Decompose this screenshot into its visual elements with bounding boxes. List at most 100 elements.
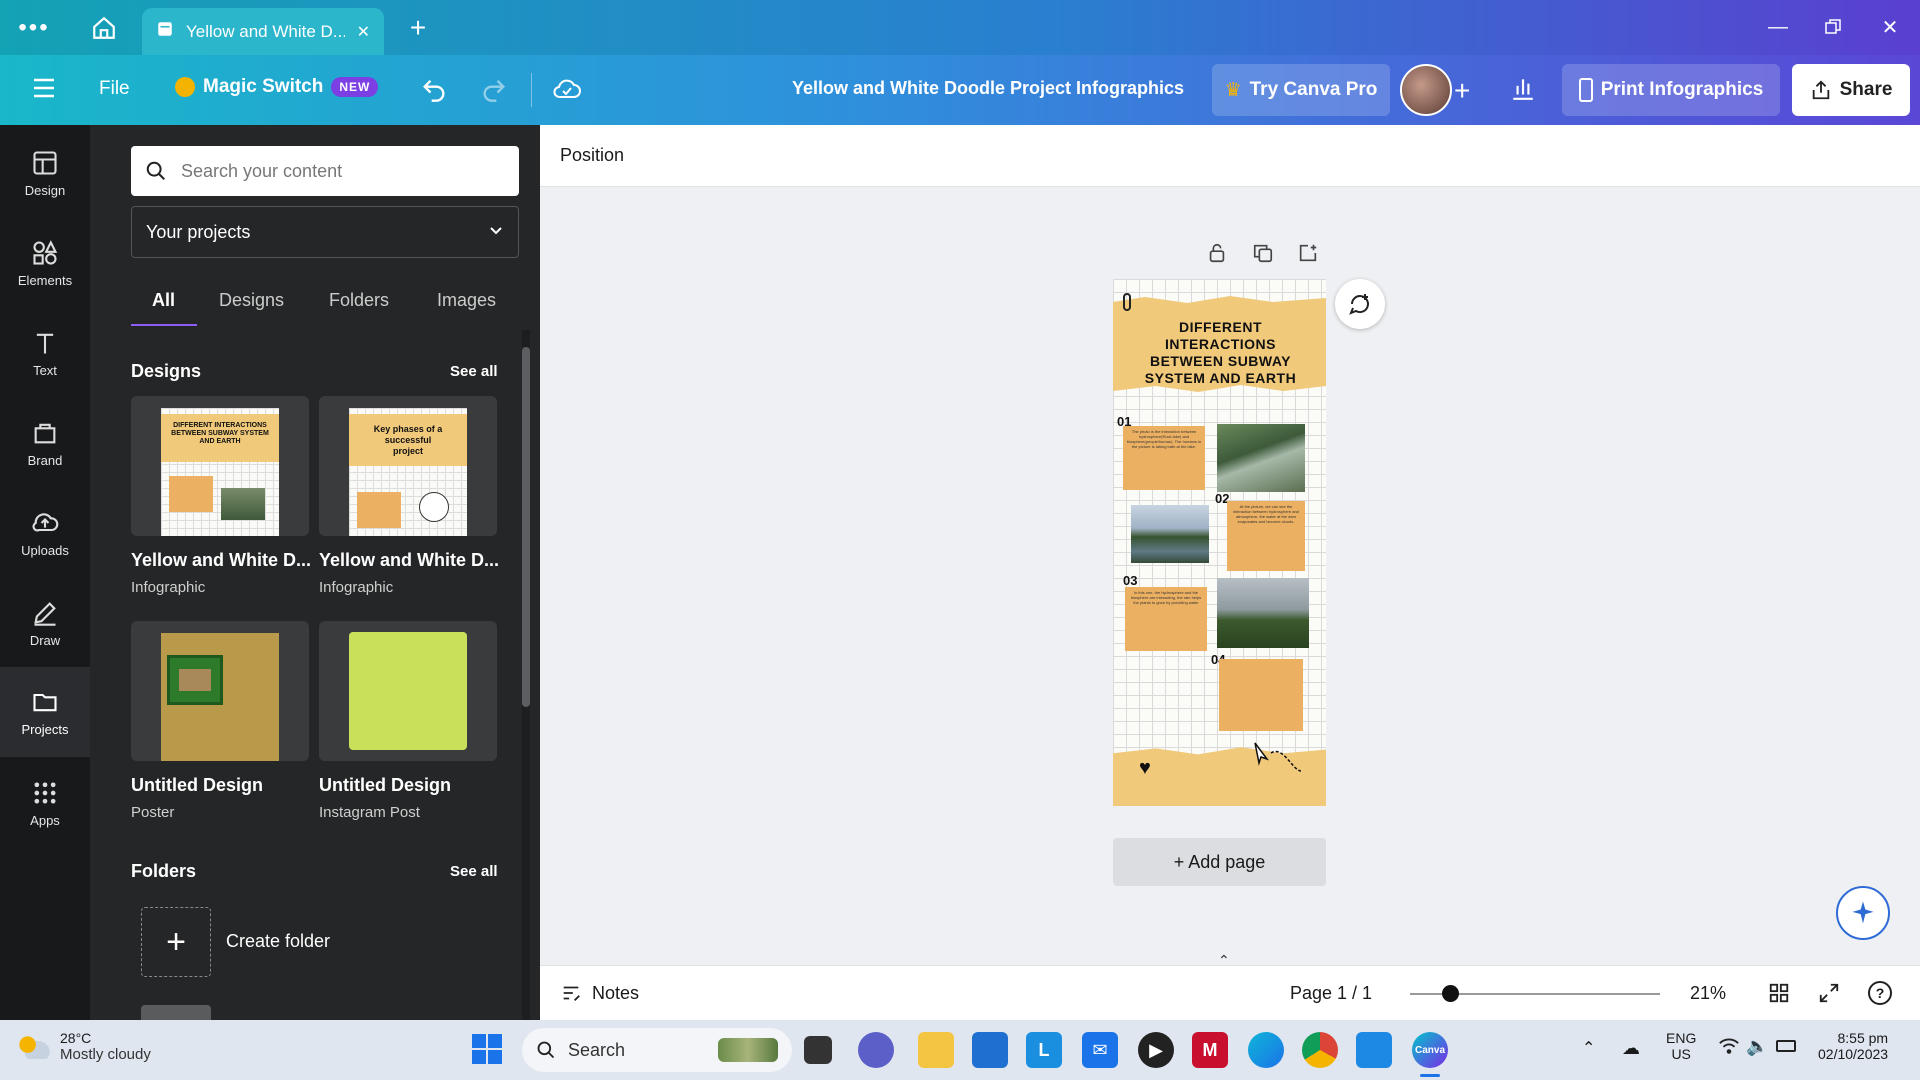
- chrome-icon[interactable]: [1302, 1032, 1338, 1068]
- restore-icon[interactable]: [1815, 12, 1851, 42]
- show-hidden-icons-chevron[interactable]: ⌃: [1582, 1038, 1595, 1058]
- browser-tab-active[interactable]: Yellow and White D... ✕: [142, 8, 384, 55]
- rail-label: Brand: [27, 452, 63, 468]
- step-3-text: In this one, the hydrosphere and the bio…: [1130, 590, 1202, 605]
- weather-text: Mostly cloudy: [60, 1046, 151, 1063]
- context-toolbar: Position: [540, 125, 1920, 187]
- page-indicator[interactable]: Page 1 / 1: [1290, 983, 1372, 1004]
- brand-icon: [34, 423, 56, 443]
- mcafee-icon[interactable]: M: [1192, 1032, 1228, 1068]
- notes-label: Notes: [592, 982, 640, 1003]
- duplicate-page-icon[interactable]: [1252, 242, 1274, 269]
- designs-see-all-link[interactable]: See all: [450, 363, 498, 380]
- weather-widget[interactable]: 28°C Mostly cloudy: [18, 1030, 151, 1063]
- lang-top: ENG: [1666, 1030, 1697, 1046]
- insights-chart-icon[interactable]: [1510, 75, 1536, 101]
- zoom-level[interactable]: 21%: [1690, 983, 1726, 1004]
- edge-browser-icon[interactable]: [1248, 1032, 1284, 1068]
- avatar[interactable]: [1400, 64, 1452, 116]
- heart-icon: ♥: [1139, 757, 1151, 779]
- grid-view-icon[interactable]: [1768, 982, 1790, 1009]
- media-player-icon[interactable]: ▶: [1138, 1032, 1174, 1068]
- file-menu[interactable]: File: [99, 78, 130, 100]
- more-dots-icon[interactable]: •••: [14, 12, 54, 44]
- design-thumbnail[interactable]: Key phases of a successful project: [319, 396, 497, 536]
- magic-switch-button[interactable]: Magic Switch NEW: [175, 76, 379, 98]
- battery-icon[interactable]: [1776, 1040, 1796, 1052]
- search-icon: [537, 1041, 555, 1059]
- projects-dropdown[interactable]: Your projects: [131, 206, 519, 258]
- notes-button[interactable]: Notes: [560, 982, 639, 1004]
- onedrive-icon[interactable]: ☁: [1622, 1038, 1640, 1059]
- close-window-icon[interactable]: ✕: [1872, 12, 1908, 42]
- taskbar-search[interactable]: Search: [522, 1028, 792, 1072]
- undo-icon[interactable]: [420, 75, 448, 103]
- share-button[interactable]: Share: [1792, 64, 1910, 116]
- design-title[interactable]: Yellow and White Doodle Project Infograp…: [792, 78, 1184, 99]
- photo-dam: [1131, 505, 1209, 563]
- create-folder-label[interactable]: Create folder: [226, 931, 330, 952]
- new-tab-button[interactable]: +: [400, 10, 436, 46]
- canva-taskbar-icon[interactable]: Canva: [1412, 1032, 1448, 1068]
- rail-item-brand[interactable]: Brand: [0, 403, 90, 483]
- design-name[interactable]: Yellow and White D...: [319, 550, 499, 571]
- try-canva-pro-button[interactable]: ♛ Try Canva Pro: [1212, 64, 1390, 116]
- add-collaborator-icon[interactable]: +: [1454, 75, 1470, 107]
- step-1-text: The photo is the interaction between hyd…: [1126, 429, 1202, 449]
- design-name[interactable]: Untitled Design: [319, 775, 499, 796]
- redo-icon[interactable]: [480, 75, 508, 103]
- volume-icon[interactable]: 🔈: [1746, 1036, 1768, 1057]
- fullscreen-icon[interactable]: [1818, 982, 1840, 1009]
- design-page[interactable]: DIFFERENT INTERACTIONS BETWEEN SUBWAY SY…: [1113, 279, 1326, 806]
- rail-item-design[interactable]: Design: [0, 133, 90, 213]
- design-name[interactable]: Untitled Design: [131, 775, 311, 796]
- teams-chat-icon[interactable]: [858, 1032, 894, 1068]
- position-button[interactable]: Position: [560, 145, 624, 166]
- add-page-icon[interactable]: [1297, 242, 1319, 269]
- folders-see-all-link[interactable]: See all: [450, 863, 498, 880]
- crown-icon: ♛: [1224, 79, 1242, 101]
- minimize-icon[interactable]: —: [1760, 12, 1796, 42]
- windows-start-icon[interactable]: [472, 1034, 502, 1064]
- cloud-save-icon[interactable]: [552, 75, 582, 103]
- add-page-button[interactable]: + Add page: [1113, 838, 1326, 886]
- apps-icon: [34, 782, 56, 803]
- microsoft-store-icon[interactable]: [972, 1032, 1008, 1068]
- language-indicator[interactable]: ENG US: [1666, 1030, 1696, 1062]
- zoom-slider-knob[interactable]: [1441, 985, 1459, 1002]
- clock[interactable]: 8:55 pm 02/10/2023: [1818, 1030, 1888, 1062]
- file-explorer-icon[interactable]: [918, 1032, 954, 1068]
- tab-all[interactable]: All: [152, 290, 175, 311]
- hamburger-menu-icon[interactable]: [32, 77, 56, 99]
- rail-item-text[interactable]: Text: [0, 313, 90, 393]
- home-icon[interactable]: [84, 10, 124, 46]
- help-icon[interactable]: ?: [1868, 981, 1892, 1005]
- design-thumbnail[interactable]: [131, 621, 309, 761]
- rail-item-elements[interactable]: Elements: [0, 223, 90, 303]
- create-folder-button[interactable]: +: [141, 907, 211, 977]
- mail-icon[interactable]: ✉: [1082, 1032, 1118, 1068]
- tab-images[interactable]: Images: [437, 290, 496, 311]
- rail-item-projects[interactable]: Projects: [0, 667, 90, 757]
- photos-icon[interactable]: [1356, 1032, 1392, 1068]
- design-name[interactable]: Yellow and White D...: [131, 550, 311, 571]
- wifi-icon[interactable]: [1718, 1036, 1740, 1061]
- taskbar-search-label: Search: [568, 1039, 626, 1060]
- design-thumbnail[interactable]: DIFFERENT INTERACTIONS BETWEEN SUBWAY SY…: [131, 396, 309, 536]
- design-thumbnail[interactable]: [319, 621, 497, 761]
- panel-scrollbar-thumb[interactable]: [522, 347, 530, 707]
- rail-item-apps[interactable]: Apps: [0, 763, 90, 843]
- task-view-icon[interactable]: [804, 1036, 832, 1064]
- tab-folders[interactable]: Folders: [329, 290, 389, 311]
- search-input[interactable]: Search your content: [131, 146, 519, 196]
- lock-icon[interactable]: [1206, 242, 1228, 269]
- search-icon: [146, 161, 165, 180]
- rail-item-draw[interactable]: Draw: [0, 583, 90, 663]
- magic-assistant-button[interactable]: [1836, 886, 1890, 940]
- print-infographics-button[interactable]: Print Infographics: [1562, 64, 1780, 116]
- app-l-icon[interactable]: L: [1026, 1032, 1062, 1068]
- add-comment-button[interactable]: [1335, 279, 1385, 329]
- tab-designs[interactable]: Designs: [219, 290, 284, 311]
- rail-item-uploads[interactable]: Uploads: [0, 493, 90, 573]
- close-tab-icon[interactable]: ✕: [357, 22, 370, 42]
